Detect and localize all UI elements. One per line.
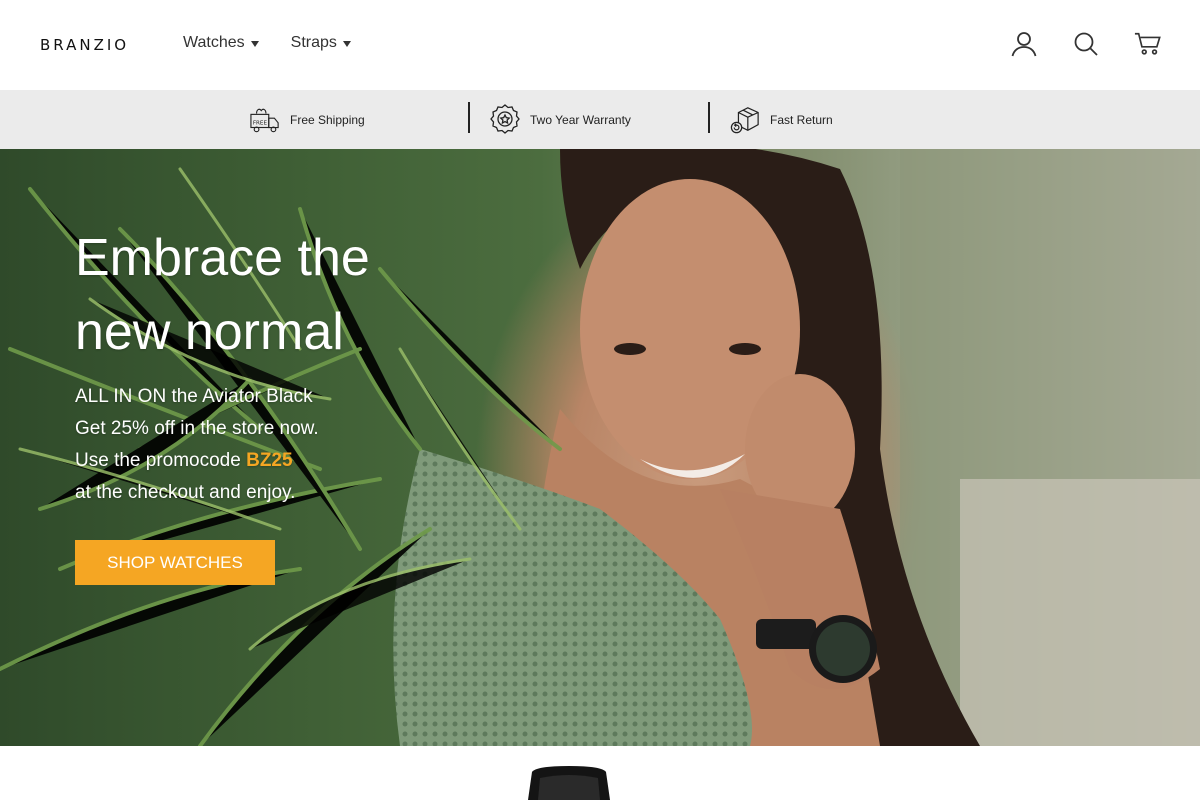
hero-copy-line: Get 25% off in the store now.	[75, 418, 319, 439]
nav-item-watches[interactable]: Watches	[183, 34, 259, 52]
promo-code: BZ25	[246, 450, 293, 471]
fast-return-box-icon	[730, 105, 760, 135]
benefit-warranty: Two Year Warranty	[490, 90, 631, 149]
benefit-divider	[708, 102, 710, 133]
hero-copy-prefix: Use the promocode	[75, 450, 247, 471]
benefit-label: Two Year Warranty	[530, 112, 631, 127]
hero-copy: ALL IN ON the Aviator Black Get 25% off …	[75, 381, 435, 509]
user-icon[interactable]	[1010, 30, 1038, 58]
benefits-bar: FREE Free Shipping Two Year Warranty Fas…	[0, 90, 1200, 149]
caret-down-icon	[342, 40, 351, 47]
hero-copy-line: Use the promocode BZ25	[75, 445, 435, 477]
benefit-free-shipping: FREE Free Shipping	[250, 90, 365, 149]
benefit-divider	[468, 102, 470, 133]
nav-item-label: Straps	[290, 34, 337, 51]
free-shipping-truck-icon: FREE	[250, 105, 280, 135]
caret-down-icon	[250, 40, 259, 47]
nav-item-label: Watches	[183, 34, 245, 51]
hero-content: Embrace the new normal ALL IN ON the Avi…	[75, 221, 435, 585]
hero-copy-line: ALL IN ON the Aviator Black	[75, 386, 313, 407]
benefit-fast-return: Fast Return	[730, 90, 833, 149]
watch-product-image[interactable]	[524, 766, 614, 800]
site-header: BRANZIO Watches Straps	[0, 0, 1200, 90]
warranty-medal-icon	[490, 103, 520, 135]
nav-item-straps[interactable]: Straps	[291, 34, 351, 52]
hero-title-line: new normal	[75, 303, 344, 361]
search-icon[interactable]	[1072, 30, 1100, 58]
shop-watches-button[interactable]: SHOP WATCHES	[75, 540, 275, 585]
benefit-label: Free Shipping	[290, 112, 365, 127]
hero-title-line: Embrace the	[75, 229, 370, 287]
cart-icon[interactable]	[1134, 30, 1162, 58]
brand-logo-text: BRANZIO	[40, 36, 130, 54]
hero-copy-line: at the checkout and enjoy.	[75, 482, 296, 503]
main-nav: Watches Straps	[183, 34, 351, 52]
benefit-label: Fast Return	[770, 112, 833, 127]
brand-logo[interactable]: BRANZIO	[40, 36, 129, 54]
hero-banner: Embrace the new normal ALL IN ON the Avi…	[0, 149, 1200, 746]
free-badge-text: FREE	[253, 120, 268, 126]
header-actions	[1010, 30, 1162, 58]
hero-title: Embrace the new normal	[75, 221, 435, 369]
product-section	[0, 746, 1200, 800]
